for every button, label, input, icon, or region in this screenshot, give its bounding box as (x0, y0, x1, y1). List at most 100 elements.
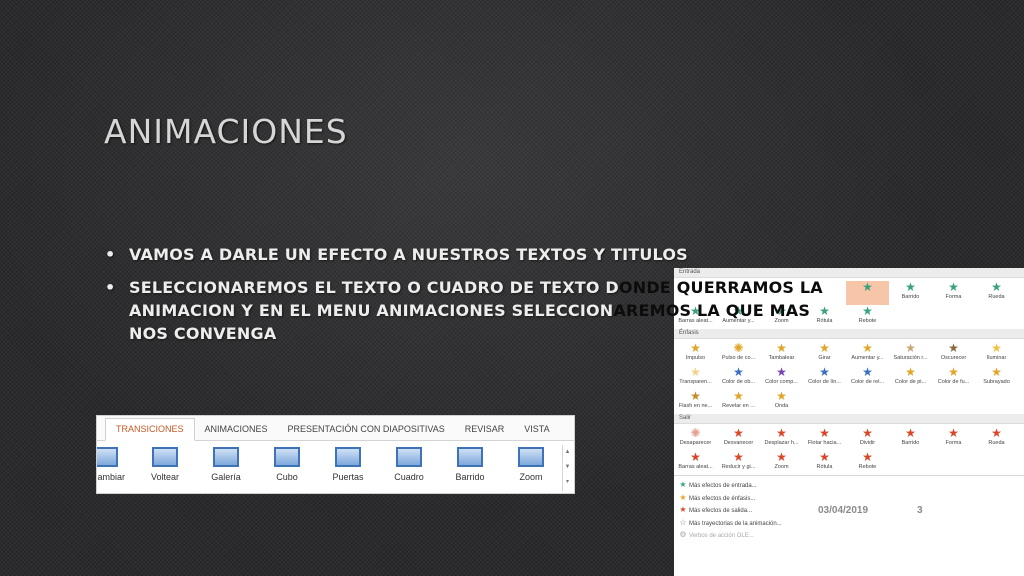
gallery-item[interactable]: ★ Color de ob... (717, 366, 760, 390)
gallery-item[interactable]: ✺ Desaparecer (674, 427, 717, 451)
transition-icon (518, 447, 544, 467)
gallery-section-salir: Salir (674, 414, 1024, 424)
gallery-item[interactable]: ★ Forma (932, 427, 975, 451)
gallery-item[interactable]: ★ Revelar en ... (717, 390, 760, 414)
gallery-item[interactable]: ★ Color comp... (760, 366, 803, 390)
star-icon: ★ (905, 365, 916, 379)
star-icon: ★ (948, 280, 959, 294)
star-icon: ★ (776, 450, 787, 464)
star-icon: ★ (991, 365, 1002, 379)
star-outline-icon: ☆ (679, 517, 687, 527)
transition-zoom[interactable]: Zoom (501, 447, 561, 482)
bullet-dot-icon: • (105, 278, 116, 297)
gallery-item[interactable]: ★ Rótula (803, 451, 846, 475)
gallery-item[interactable]: ★ Dividir (846, 427, 889, 451)
star-icon: ★ (679, 505, 687, 514)
transition-galeria[interactable]: Galería (196, 447, 256, 482)
bullet-list: • VAMOS A DARLE UN EFECTO A NUESTROS TEX… (105, 243, 905, 355)
gallery-item[interactable]: ★ Desvanecer (717, 427, 760, 451)
tab-presentacion[interactable]: PRESENTACIÓN CON DIAPOSITIVAS (278, 424, 455, 440)
gallery-item[interactable]: ★ Rueda (975, 281, 1018, 305)
tab-animaciones[interactable]: ANIMACIONES (195, 424, 278, 440)
transition-icon (335, 447, 361, 467)
tab-revisar[interactable]: REVISAR (455, 424, 515, 440)
gallery-item[interactable]: ★ Barrido (889, 427, 932, 451)
transitions-ribbon: TRANSICIONES ANIMACIONES PRESENTACIÓN CO… (96, 415, 575, 494)
gallery-item[interactable]: ★ Color de fu... (932, 366, 975, 390)
transition-cuadro[interactable]: Cuadro (379, 447, 439, 482)
star-icon: ★ (948, 365, 959, 379)
star-icon: ★ (948, 426, 959, 440)
tab-transiciones[interactable]: TRANSICIONES (105, 418, 195, 441)
star-icon: ★ (690, 450, 701, 464)
transition-cubo[interactable]: Cubo (257, 447, 317, 482)
bullet-text-overlap: AREMOS LA QUE MAS (613, 301, 811, 320)
gallery-item[interactable]: ★ Subrayado (975, 366, 1018, 390)
transition-icon (213, 447, 239, 467)
more-icon: ▾ (565, 479, 569, 485)
ole-action-verbs-link[interactable]: ⚙ Verbos de acción OLE... (677, 529, 1024, 542)
more-emphasis-effects-link[interactable]: ★ Más efectos de énfasis... (677, 492, 1024, 505)
bullet-item: • SELECCIONAREMOS EL TEXTO O CUADRO DE T… (105, 276, 905, 345)
transition-cambiar[interactable]: ambiar (97, 447, 135, 482)
gallery-item[interactable]: ★ Flash en ne... (674, 390, 717, 414)
ribbon-body: ambiar Voltear Galería Cubo Puertas Cuad… (97, 441, 574, 493)
star-icon: ★ (991, 426, 1002, 440)
slide-date: 03/04/2019 (818, 505, 869, 516)
gallery-item[interactable]: ★ Forma (932, 281, 975, 305)
gallery-scrollbar[interactable]: ▲ ▼ ▾ (562, 445, 572, 491)
star-icon: ★ (819, 426, 830, 440)
transition-voltear[interactable]: Voltear (135, 447, 195, 482)
gallery-item[interactable]: ★ Zoom (760, 451, 803, 475)
gallery-item[interactable]: ★ Desplazar h... (760, 427, 803, 451)
gallery-item[interactable]: ★ Color de rel... (846, 366, 889, 390)
bullet-dot-icon: • (105, 245, 116, 264)
chevron-down-icon: ▼ (564, 464, 571, 470)
ribbon-tabs: TRANSICIONES ANIMACIONES PRESENTACIÓN CO… (97, 416, 574, 441)
gallery-item[interactable]: ★ Rebote (846, 451, 889, 475)
star-icon: ★ (776, 426, 787, 440)
gallery-item[interactable]: ★ Iluminar (975, 342, 1018, 366)
transition-icon (396, 447, 422, 467)
star-icon: ★ (819, 450, 830, 464)
star-icon: ★ (776, 389, 787, 403)
gallery-item[interactable]: ★ Flotar hacia... (803, 427, 846, 451)
gallery-item[interactable]: ★ Transparen... (674, 366, 717, 390)
star-icon: ★ (690, 365, 701, 379)
star-icon: ★ (819, 365, 830, 379)
bullet-text: VAMOS A DARLE UN EFECTO A NUESTROS TEXTO… (129, 245, 688, 264)
gallery-item[interactable]: ★ Color de pi... (889, 366, 932, 390)
star-icon: ★ (733, 426, 744, 440)
star-icon: ★ (679, 492, 687, 502)
transition-icon (457, 447, 483, 467)
star-icon: ★ (991, 341, 1002, 355)
transition-puertas[interactable]: Puertas (318, 447, 378, 482)
more-entrance-effects-link[interactable]: ★ Más efectos de entrada... (677, 479, 1024, 492)
gear-icon: ⚙ (679, 530, 687, 539)
chevron-up-icon: ▲ (564, 449, 571, 455)
transition-icon (97, 447, 118, 467)
star-icon: ★ (862, 426, 873, 440)
bullet-text: SELECCIONAREMOS EL TEXTO O CUADRO DE TEX… (129, 278, 619, 297)
star-icon: ★ (776, 365, 787, 379)
star-icon: ★ (733, 365, 744, 379)
transition-icon (152, 447, 178, 467)
bullet-text: ANIMACION Y EN EL MENU ANIMACIONES SELEC… (129, 301, 614, 320)
star-icon: ★ (905, 426, 916, 440)
star-icon: ★ (862, 365, 873, 379)
gallery-item[interactable]: ★ Color de lín... (803, 366, 846, 390)
gallery-item[interactable]: ★ Onda (760, 390, 803, 414)
transition-barrido[interactable]: Barrido (440, 447, 500, 482)
tab-vista[interactable]: VISTA (514, 424, 559, 440)
gallery-item[interactable]: ★ Oscurecer (932, 342, 975, 366)
bullet-text-overlap: ONDE QUERRAMOS LA (618, 278, 823, 297)
bullet-item: • VAMOS A DARLE UN EFECTO A NUESTROS TEX… (105, 243, 905, 266)
star-icon: ★ (690, 389, 701, 403)
gallery-item[interactable]: ★ Barras aleat... (674, 451, 717, 475)
gallery-item[interactable]: ★ Reducir y gi... (717, 451, 760, 475)
more-motion-paths-link[interactable]: ☆ Más trayectorias de la animación... (677, 517, 1024, 530)
star-icon: ★ (991, 280, 1002, 294)
star-icon: ★ (733, 450, 744, 464)
gallery-item[interactable]: ★ Rueda (975, 427, 1018, 451)
slide-number: 3 (917, 505, 923, 516)
